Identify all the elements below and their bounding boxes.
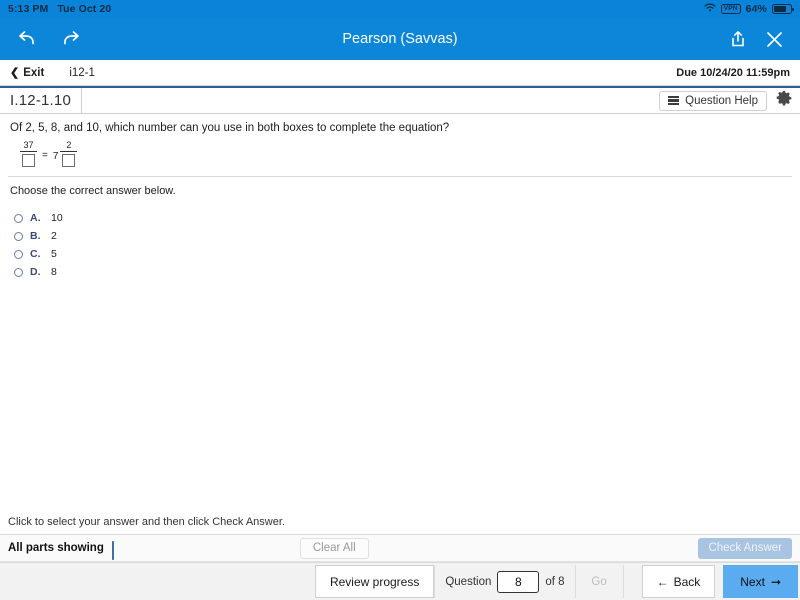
exit-label: Exit [23,66,45,79]
ios-status-bar: 5:13 PM Tue Oct 20 VPN 64% [0,0,800,18]
question-total-label: of 8 [545,575,565,588]
app-root: 5:13 PM Tue Oct 20 VPN 64% Pearson (Savv… [0,0,800,600]
arrow-left-icon: ← [656,574,669,589]
choose-instruction: Choose the correct answer below. [10,185,176,197]
status-bar-right: VPN 64% [704,3,794,15]
battery-percent: 64% [745,3,767,15]
due-date: Due 10/24/20 11:59pm [676,66,790,79]
gear-icon[interactable] [776,90,792,111]
toolbar-actions [729,29,784,49]
equals-sign: = [42,150,48,161]
app-toolbar: Pearson (Savvas) [0,18,800,60]
assignment-subheader: ❮ Exit i12-1 Due 10/24/20 11:59pm [0,60,800,86]
question-prompt: Of 2, 5, 8, and 10, which number can you… [10,122,450,134]
next-label: Next [740,574,765,589]
assignment-id: i12-1 [69,66,95,79]
choice-c[interactable]: C. 5 [14,245,800,263]
review-progress-label: Review progress [329,574,420,589]
question-id-label: I.12-1.10 [10,92,72,109]
clear-all-label: Clear All [312,542,356,554]
whole-number: 7 [52,150,59,162]
question-id-strip: I.12-1.10 Question Help [0,86,800,114]
left-fraction: 37 [20,141,37,167]
share-icon[interactable] [729,29,747,49]
back-button[interactable]: ← Back [641,565,716,598]
question-number-input[interactable] [497,570,540,593]
go-button[interactable]: Go [575,565,624,598]
choice-value: 8 [51,266,57,278]
app-title: Pearson (Savvas) [342,31,458,47]
parts-progress-fill [111,541,114,560]
back-label: Back [673,574,701,589]
choice-a[interactable]: A. 10 [14,209,800,227]
question-number-group: Question of 8 [434,565,576,598]
fraction-bar [60,151,78,152]
exit-button[interactable]: ❮ Exit [10,66,45,80]
go-label: Go [591,575,607,588]
choice-letter: B. [30,230,41,242]
question-number-label: Question [445,575,492,588]
choice-value: 10 [51,212,63,224]
choice-value: 5 [51,248,57,260]
review-progress-button[interactable]: Review progress [314,565,435,598]
choice-letter: D. [30,266,41,278]
equation: 37 = 7 2 [0,134,800,167]
right-fraction: 2 [60,140,78,167]
battery-icon [772,4,794,14]
close-icon[interactable] [765,30,784,49]
left-numerator: 37 [23,140,34,150]
back-arrow-icon[interactable] [16,29,38,49]
choice-value: 2 [51,230,57,242]
arrow-right-icon: ➞ [770,574,781,589]
choice-d[interactable]: D. 8 [14,263,800,281]
radio-button[interactable] [14,267,23,277]
forward-arrow-icon[interactable] [60,29,82,49]
radio-button[interactable] [14,231,23,241]
question-body: Of 2, 5, 8, and 10, which number can you… [0,114,800,281]
right-numerator: 2 [66,140,72,150]
wifi-icon [704,3,716,15]
parts-label: All parts showing [8,542,104,554]
fraction-bar [20,151,37,152]
clear-all-button[interactable]: Clear All [299,537,369,559]
choice-letter: A. [30,212,41,224]
question-help-button[interactable]: Question Help [659,90,767,111]
question-help-label: Question Help [685,94,758,107]
choice-b[interactable]: B. 2 [14,227,800,245]
question-id-tab[interactable]: I.12-1.10 [0,88,83,113]
left-denominator-blank-box[interactable] [22,154,35,167]
toolbar-nav-group [16,29,82,49]
status-time: 5:13 PM [8,3,49,15]
status-date: Tue Oct 20 [57,3,112,15]
parts-progress-row: All parts showing Clear All Check Answer [0,535,800,562]
answer-hint: Click to select your answer and then cli… [0,516,800,535]
check-answer-label: Check Answer [708,542,782,554]
radio-button[interactable] [14,213,23,223]
choice-letter: C. [30,248,41,260]
next-button[interactable]: Next ➞ [723,565,798,598]
status-bar-left: 5:13 PM Tue Oct 20 [8,3,111,15]
parts-progress-bar [111,541,216,560]
chevron-left-icon: ❮ [10,67,20,79]
check-answer-button[interactable]: Check Answer [698,537,792,559]
radio-button[interactable] [14,249,23,259]
vpn-badge: VPN [720,3,741,15]
answer-choices: A. 10 B. 2 C. 5 D. 8 [0,197,800,281]
right-denominator-blank-box[interactable] [62,154,76,167]
list-icon [668,95,680,106]
question-navigation-bar: Review progress Question of 8 Go ← Back … [0,562,800,600]
question-strip-actions: Question Help [659,88,800,113]
